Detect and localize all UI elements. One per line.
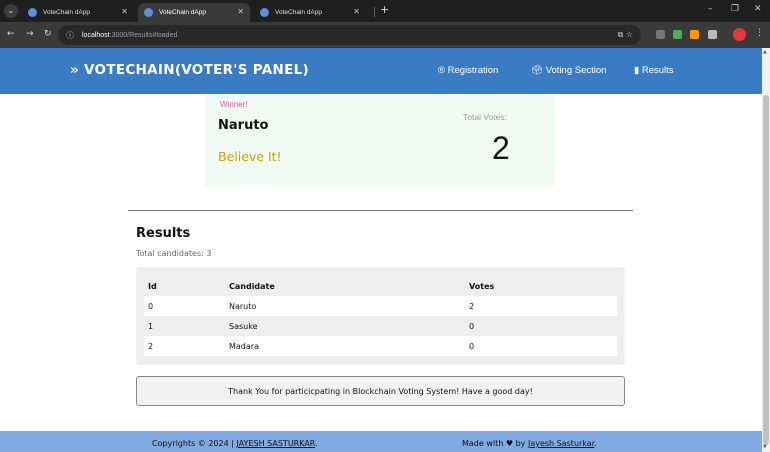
ballot-box-icon: 🗳	[531, 65, 544, 76]
header-votes: Votes	[469, 282, 495, 291]
scroll-thumb[interactable]	[763, 95, 769, 445]
results-table: Id Candidate Votes 0 Naruto 2 1 Sasuke 0…	[144, 277, 617, 356]
extensions-puzzle-icon[interactable]	[708, 30, 717, 39]
table-row: 2 Madara 0	[144, 336, 617, 356]
winner-name: Naruto	[218, 118, 269, 133]
browser-menu-icon[interactable]: ⋮	[755, 28, 764, 38]
cell-id: 2	[144, 336, 225, 356]
cell-candidate: Madara	[225, 336, 465, 356]
scroll-down-icon[interactable]: ▼	[763, 444, 767, 450]
table-header-row: Id Candidate Votes	[144, 277, 617, 296]
favicon-icon	[28, 8, 37, 17]
address-bar[interactable]: ⓘ localhost:3000/Results#loaded ⧉ ☆	[58, 25, 641, 45]
total-votes-label: Total Votes:	[463, 112, 507, 122]
bookmark-star-icon[interactable]: ⧉ ☆	[618, 30, 633, 40]
results-icon: ▮	[634, 65, 640, 76]
brand-title: VOTECHAIN(VOTER'S PANEL)	[84, 62, 309, 78]
restore-icon[interactable]: ❐	[731, 4, 739, 14]
footer-copyright: Copyrights © 2024 | JAYESH SASTURKAR.	[152, 439, 318, 448]
copyright-author-link[interactable]: JAYESH SASTURKAR	[237, 439, 316, 448]
footer: Copyrights © 2024 | JAYESH SASTURKAR. Ma…	[0, 431, 762, 452]
extension-icon[interactable]	[656, 30, 665, 39]
thank-you-text: Thank You for particicpating in Blockcha…	[228, 386, 533, 396]
header-candidate: Candidate	[229, 282, 275, 291]
nav-label: Results	[641, 65, 674, 76]
favicon-icon	[144, 8, 153, 17]
nav-results[interactable]: ▮ Results	[634, 65, 674, 76]
total-votes-count: 2	[492, 130, 510, 166]
total-candidates: Total candidates: 3	[136, 249, 212, 258]
extension-icon[interactable]	[673, 30, 682, 39]
close-icon[interactable]: ✕	[237, 7, 244, 16]
results-heading: Results	[136, 226, 191, 241]
tab-title: VoteChain dApp	[275, 9, 322, 16]
extension-icon[interactable]	[690, 30, 699, 39]
header-id: Id	[148, 282, 157, 291]
heart-icon: ♥	[505, 439, 514, 448]
copyright-prefix: Copyrights © 2024 |	[152, 439, 234, 448]
browser-tab[interactable]: VoteChain dApp ✕	[254, 3, 366, 22]
scroll-up-icon[interactable]: ▲	[763, 49, 767, 55]
winner-slogan: Believe It!	[218, 149, 282, 164]
reload-icon[interactable]: ↻	[44, 29, 52, 39]
copyright-suffix: .	[315, 439, 318, 448]
footer-made-with: Made with ♥ by Jayesh Sasturkar.	[462, 439, 597, 448]
back-icon[interactable]: ←	[7, 29, 15, 39]
cell-candidate: Naruto	[225, 296, 465, 316]
winner-card: Winner! Naruto Believe It! Total Votes: …	[205, 94, 555, 186]
cell-votes: 0	[465, 336, 617, 356]
thank-you-message: Thank You for particicpating in Blockcha…	[136, 376, 625, 406]
browser-tab-active[interactable]: VoteChain dApp ✕	[138, 3, 250, 22]
made-by: by	[515, 439, 526, 448]
results-table-container: Id Candidate Votes 0 Naruto 2 1 Sasuke 0…	[136, 267, 625, 365]
nav-registration[interactable]: ® Registration	[438, 65, 498, 76]
registered-icon: ®	[438, 65, 445, 76]
favicon-icon	[260, 8, 269, 17]
forward-icon[interactable]: →	[26, 29, 34, 39]
tab-search-icon[interactable]: ⌄	[4, 4, 18, 18]
nav-label: Voting Section	[545, 65, 607, 76]
close-icon[interactable]: ✕	[353, 7, 360, 16]
browser-tab-bar: ⌄ VoteChain dApp ✕ VoteChain dApp ✕ Vote…	[0, 0, 770, 22]
cell-votes: 2	[465, 296, 617, 316]
url-host: localhost	[82, 31, 110, 39]
tab-title: VoteChain dApp	[159, 9, 206, 16]
cell-votes: 0	[465, 316, 617, 336]
page-scrollbar[interactable]: ▲ ▼	[762, 48, 770, 452]
tab-title: VoteChain dApp	[43, 9, 90, 16]
table-row: 0 Naruto 2	[144, 296, 617, 316]
browser-tab[interactable]: VoteChain dApp ✕	[22, 3, 134, 22]
tab-separator	[374, 7, 375, 17]
made-prefix: Made with	[462, 439, 504, 448]
cell-id: 0	[144, 296, 225, 316]
section-divider	[128, 210, 633, 211]
browser-toolbar: ← → ↻ ⓘ localhost:3000/Results#loaded ⧉ …	[0, 22, 770, 48]
app-navbar: » VOTECHAIN(VOTER'S PANEL) ® Registratio…	[0, 48, 762, 94]
nav-label: Registration	[447, 65, 499, 76]
vote-logo-icon: »	[70, 62, 80, 78]
minimize-icon[interactable]: –	[708, 4, 713, 14]
table-row: 1 Sasuke 0	[144, 316, 617, 336]
made-suffix: .	[594, 439, 597, 448]
close-icon[interactable]: ✕	[121, 7, 128, 16]
winner-label: Winner!	[220, 100, 248, 109]
site-info-icon[interactable]: ⓘ	[66, 30, 74, 41]
profile-avatar[interactable]	[733, 28, 746, 41]
url-path: :3000/Results#loaded	[109, 31, 178, 39]
new-tab-icon[interactable]: +	[380, 3, 389, 16]
cell-id: 1	[144, 316, 225, 336]
cell-candidate: Sasuke	[225, 316, 465, 336]
author-link[interactable]: Jayesh Sasturkar	[528, 439, 594, 448]
brand[interactable]: » VOTECHAIN(VOTER'S PANEL)	[70, 62, 309, 78]
nav-voting-section[interactable]: 🗳 Voting Section	[531, 65, 606, 76]
window-close-icon[interactable]: ✕	[754, 4, 762, 14]
